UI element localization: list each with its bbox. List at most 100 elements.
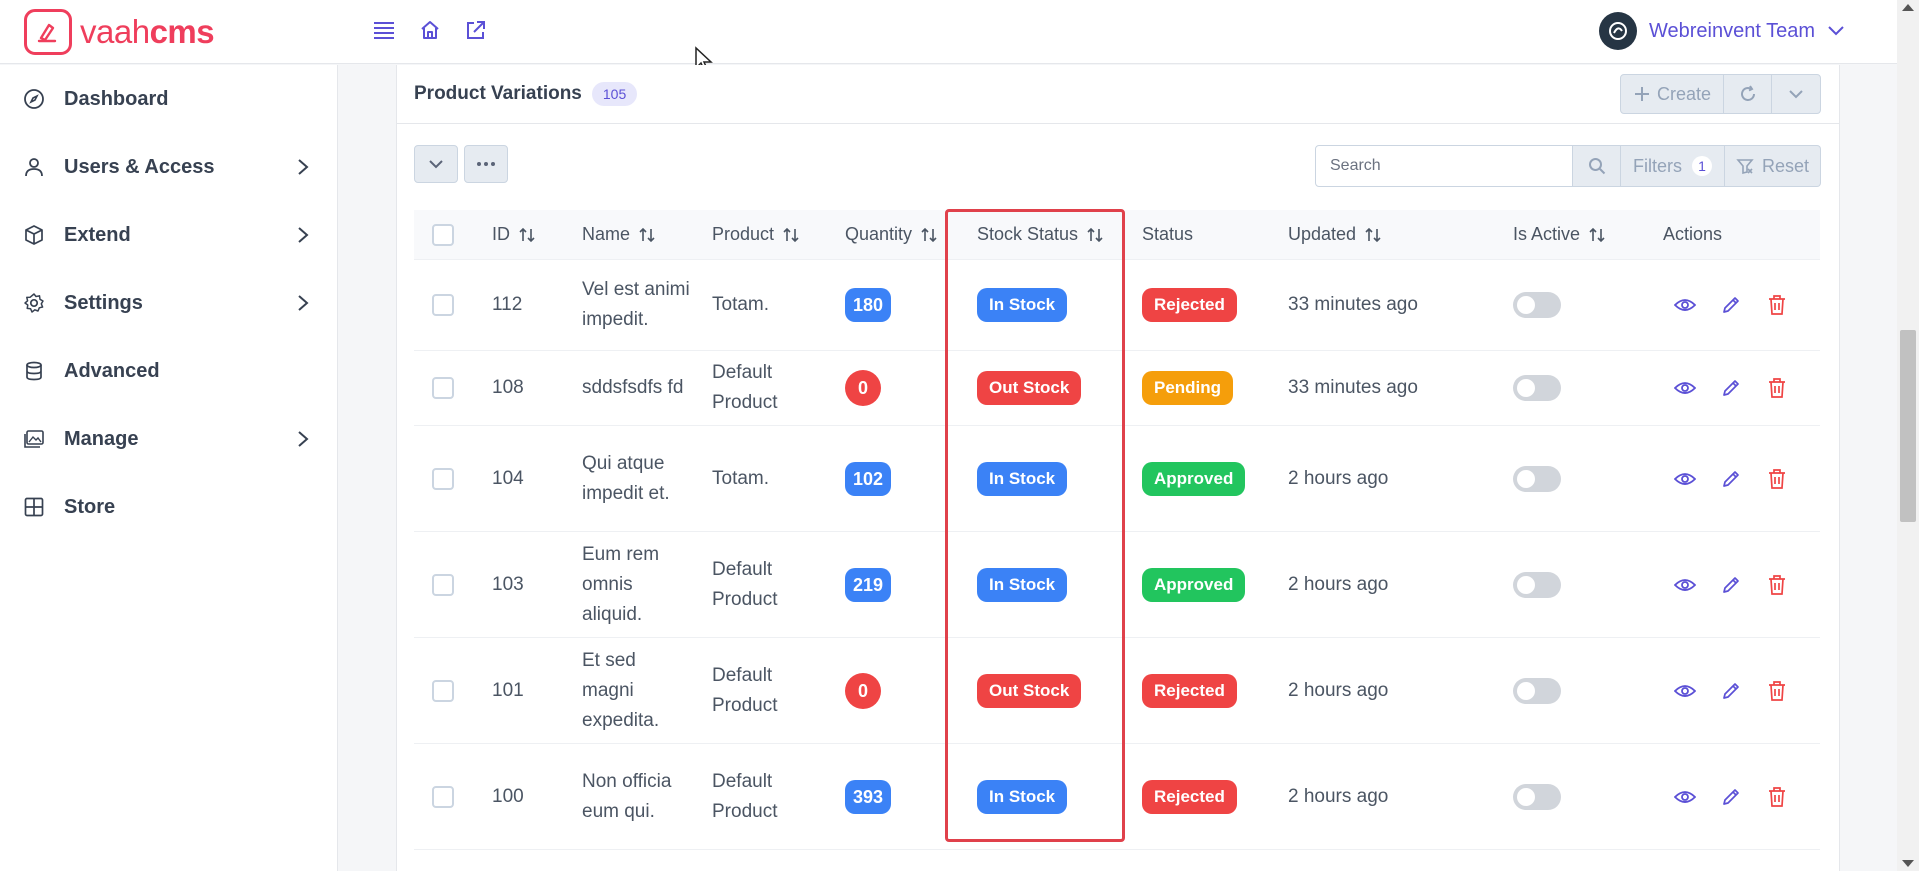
row-checkbox[interactable] xyxy=(432,573,454,596)
refresh-icon xyxy=(1740,85,1755,101)
stock-status-badge: Out Stock xyxy=(977,371,1082,405)
status-badge: Rejected xyxy=(1142,673,1237,708)
search-icon xyxy=(1588,158,1605,175)
more-dropdown-button[interactable] xyxy=(1772,75,1820,113)
row-checkbox[interactable] xyxy=(432,377,454,399)
delete-icon[interactable] xyxy=(1765,376,1789,400)
table-row: 100 Non officia eum qui. Default Product 39… xyxy=(414,744,1820,850)
page-scrollbar[interactable] xyxy=(1897,0,1919,871)
bulk-select-dropdown-button[interactable] xyxy=(414,145,458,183)
panel-header: Product Variations 105 Create xyxy=(397,65,1839,124)
delete-icon[interactable] xyxy=(1765,467,1789,491)
menu-toggle-icon[interactable] xyxy=(372,18,396,42)
delete-icon[interactable] xyxy=(1765,293,1789,317)
status-badge: Approved xyxy=(1142,461,1246,496)
sort-icon xyxy=(920,227,938,243)
user-icon xyxy=(22,155,46,179)
edit-icon[interactable] xyxy=(1719,573,1743,597)
column-header-name[interactable]: Name xyxy=(582,224,712,245)
row-id: 108 xyxy=(492,377,524,398)
row-id: 112 xyxy=(492,294,523,315)
search-button[interactable] xyxy=(1573,145,1621,187)
sidebar-item-dashboard[interactable]: Dashboard xyxy=(0,65,337,133)
table-icon xyxy=(22,495,46,519)
chevron-right-icon xyxy=(293,225,313,245)
home-icon[interactable] xyxy=(418,18,442,42)
delete-icon[interactable] xyxy=(1765,573,1789,597)
edit-icon[interactable] xyxy=(1719,679,1743,703)
delete-icon[interactable] xyxy=(1765,679,1789,703)
is-active-toggle[interactable] xyxy=(1513,571,1561,598)
sidebar: Dashboard Users & Access Extend Settings… xyxy=(0,65,338,871)
search-input[interactable] xyxy=(1315,145,1573,187)
is-active-toggle[interactable] xyxy=(1513,375,1561,401)
edit-icon[interactable] xyxy=(1719,785,1743,809)
quantity-badge: 102 xyxy=(845,461,892,496)
is-active-toggle[interactable] xyxy=(1513,292,1561,318)
stock-status-badge: In Stock xyxy=(977,288,1068,322)
sort-icon xyxy=(518,227,536,243)
external-link-icon[interactable] xyxy=(464,18,488,42)
view-icon[interactable] xyxy=(1673,679,1697,703)
row-updated: 33 minutes ago xyxy=(1288,377,1418,398)
sidebar-item-extend[interactable]: Extend xyxy=(0,201,337,269)
row-checkbox[interactable] xyxy=(432,467,454,490)
column-header-is-active[interactable]: Is Active xyxy=(1513,224,1663,245)
table-row: 101 Et sed magni expedita. Default Product… xyxy=(414,638,1820,744)
column-header-stock-status[interactable]: Stock Status xyxy=(977,224,1142,245)
row-product: Default Product xyxy=(712,770,778,822)
status-badge: Approved xyxy=(1142,567,1246,602)
chevron-down-icon xyxy=(1789,90,1803,99)
sidebar-item-label: Settings xyxy=(64,291,143,314)
column-header-label: Updated xyxy=(1288,224,1357,244)
is-active-toggle[interactable] xyxy=(1513,465,1561,492)
top-bar: vaahcms Webreinvent Team xyxy=(0,0,1897,64)
reset-button[interactable]: Reset xyxy=(1725,145,1821,187)
delete-icon[interactable] xyxy=(1765,785,1789,809)
product-variations-table: ID Name Product Quantity Stock Status St… xyxy=(414,210,1820,850)
filters-label: Filters xyxy=(1633,155,1682,176)
header-button-group: Create xyxy=(1620,74,1821,114)
create-button[interactable]: Create xyxy=(1621,75,1724,113)
row-checkbox[interactable] xyxy=(432,294,454,316)
table-header: ID Name Product Quantity Stock Status St… xyxy=(414,210,1820,260)
view-icon[interactable] xyxy=(1673,467,1697,491)
edit-icon[interactable] xyxy=(1719,376,1743,400)
sidebar-item-advanced[interactable]: Advanced xyxy=(0,337,337,405)
view-icon[interactable] xyxy=(1673,785,1697,809)
logo[interactable]: vaahcms xyxy=(24,9,215,55)
select-all-checkbox[interactable] xyxy=(432,223,454,246)
view-icon[interactable] xyxy=(1673,376,1697,400)
column-header-updated[interactable]: Updated xyxy=(1288,224,1513,245)
edit-icon[interactable] xyxy=(1719,467,1743,491)
filter-count-badge: 1 xyxy=(1692,156,1712,176)
edit-icon[interactable] xyxy=(1719,293,1743,317)
more-actions-button[interactable] xyxy=(464,145,508,183)
quantity-badge: 180 xyxy=(845,288,892,322)
is-active-toggle[interactable] xyxy=(1513,783,1561,810)
sidebar-item-users-access[interactable]: Users & Access xyxy=(0,133,337,201)
view-icon[interactable] xyxy=(1673,293,1697,317)
scroll-up-arrow-icon[interactable] xyxy=(1902,4,1914,11)
row-checkbox[interactable] xyxy=(432,785,454,808)
column-header-product[interactable]: Product xyxy=(712,224,845,245)
column-header-quantity[interactable]: Quantity xyxy=(845,224,977,245)
sidebar-item-manage[interactable]: Manage xyxy=(0,405,337,473)
status-badge: Rejected xyxy=(1142,288,1237,322)
sidebar-item-store[interactable]: Store xyxy=(0,473,337,541)
column-header-id[interactable]: ID xyxy=(492,224,582,245)
create-label: Create xyxy=(1656,83,1712,104)
logo-mark-icon xyxy=(24,9,72,55)
reload-button[interactable] xyxy=(1724,75,1772,113)
sidebar-item-settings[interactable]: Settings xyxy=(0,269,337,337)
user-menu[interactable]: Webreinvent Team xyxy=(1598,12,1845,50)
row-checkbox[interactable] xyxy=(432,679,454,702)
scrollbar-thumb[interactable] xyxy=(1900,330,1916,522)
view-icon[interactable] xyxy=(1673,573,1697,597)
sort-icon xyxy=(1588,227,1606,243)
row-product: Totam. xyxy=(712,467,770,489)
scroll-down-arrow-icon[interactable] xyxy=(1902,860,1914,867)
is-active-toggle[interactable] xyxy=(1513,677,1561,704)
filters-button[interactable]: Filters 1 xyxy=(1621,145,1725,187)
status-badge: Pending xyxy=(1142,371,1234,405)
